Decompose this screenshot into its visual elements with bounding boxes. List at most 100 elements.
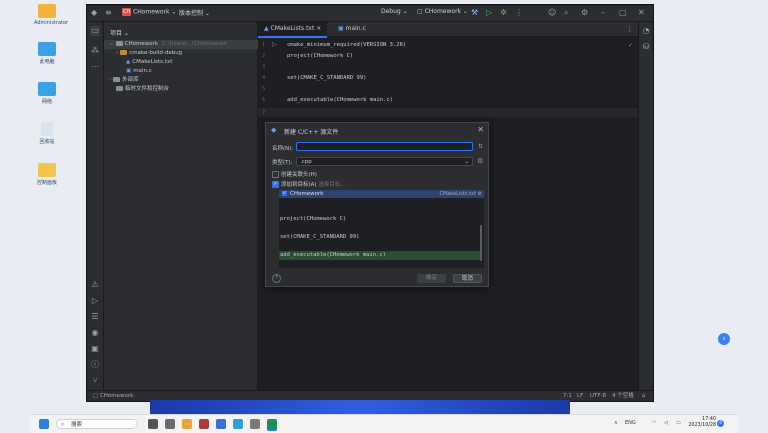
battery-icon[interactable]: ▭: [676, 420, 681, 426]
run-target-select[interactable]: ▢ CHomework ⌄: [417, 8, 468, 15]
tab-cmakelists[interactable]: ▲ CMakeLists.txt ×: [258, 22, 328, 38]
clion-taskbar-icon[interactable]: [267, 419, 277, 431]
services-icon[interactable]: ◉: [90, 328, 100, 338]
select-target-link[interactable]: 选择目标...: [318, 182, 345, 188]
language-indicator[interactable]: ENG: [625, 420, 636, 426]
build-config-select[interactable]: Debug ⌄: [381, 8, 408, 15]
profile-icon[interactable]: ☺: [548, 8, 556, 17]
type-select[interactable]: .cpp ⌄: [296, 157, 473, 166]
app-icon[interactable]: [233, 419, 243, 429]
app-icon[interactable]: [199, 419, 209, 429]
desktop-icon-control-panel[interactable]: 控制面板: [34, 163, 60, 186]
project-panel-header[interactable]: 项目 ⌄: [110, 28, 129, 37]
target-file: CMakeLists.txt ⚙: [439, 191, 482, 197]
run-gutter-icon[interactable]: ▷: [272, 41, 277, 48]
volume-icon[interactable]: ◁: [664, 420, 668, 426]
clion-icon: ◆: [271, 126, 277, 134]
tab-label: main.c: [345, 25, 366, 32]
preview-scrollbar[interactable]: [480, 225, 482, 261]
create-header-checkbox[interactable]: [272, 171, 279, 178]
code-line[interactable]: set(CMAKE_C_STANDARD 99): [287, 75, 366, 81]
scratch-icon: [116, 86, 123, 91]
wifi-icon[interactable]: ◠: [652, 420, 656, 426]
status-line-separator[interactable]: LF: [577, 391, 583, 401]
debug-icon[interactable]: ✲: [500, 8, 507, 17]
sort-icon[interactable]: ⇅: [478, 143, 483, 150]
clock[interactable]: 17:40 2023/10/28: [688, 417, 716, 429]
notifications-icon[interactable]: ◔: [641, 26, 651, 36]
status-indent[interactable]: 4 个空格: [612, 391, 634, 401]
tree-item-scratches[interactable]: 临时文件和控制台: [104, 85, 269, 94]
target-checkbox[interactable]: ✓: [282, 191, 287, 196]
network-icon: [38, 82, 56, 96]
tree-item-cmakelists[interactable]: ▲ CMakeLists.txt: [104, 58, 279, 67]
chevron-up-icon[interactable]: ∧: [614, 420, 618, 426]
notification-badge[interactable]: 4: [717, 420, 724, 427]
structure-icon[interactable]: ⁂: [90, 46, 100, 56]
file-explorer-icon[interactable]: [182, 419, 192, 429]
vcs-menu[interactable]: 版本控制 ⌄: [179, 8, 210, 17]
check-icon: ✓: [627, 42, 633, 49]
build-config-label: Debug: [381, 8, 401, 15]
todo-icon[interactable]: ☰: [90, 312, 100, 322]
collapse-arrow-icon[interactable]: ‹: [718, 333, 730, 345]
more-tools-icon[interactable]: ⋯: [90, 62, 100, 72]
ok-button[interactable]: 确定: [417, 274, 446, 283]
gear-icon[interactable]: ⚙: [581, 8, 588, 17]
desktop-icon-user[interactable]: Administrator: [34, 4, 68, 26]
windows-start-icon[interactable]: [39, 419, 49, 429]
lock-icon[interactable]: ⌂: [642, 391, 646, 401]
info-icon[interactable]: ⓘ: [90, 360, 100, 370]
git-icon[interactable]: ⑂: [90, 376, 100, 386]
type-value: .cpp: [300, 159, 312, 165]
tree-item-external-libs[interactable]: › 外部库: [104, 76, 262, 85]
code-line[interactable]: cmake_minimum_required(VERSION 3.26): [287, 42, 406, 48]
maximize-icon[interactable]: ▢: [619, 8, 627, 17]
desktop-icon-this-pc[interactable]: 此电脑: [34, 42, 60, 65]
database-icon[interactable]: ⛁: [641, 42, 651, 52]
cmake-file-icon: ▲: [264, 25, 269, 32]
name-input[interactable]: [296, 142, 473, 151]
code-line[interactable]: add_executable(CHomework main.c): [287, 97, 393, 103]
close-icon[interactable]: ✕: [477, 125, 484, 134]
app-icon[interactable]: [216, 419, 226, 429]
close-tab-icon[interactable]: ×: [316, 25, 321, 32]
more-icon[interactable]: ⋮: [515, 8, 523, 17]
app-icon[interactable]: [165, 419, 175, 429]
tab-main-c[interactable]: ▣ main.c: [332, 22, 372, 36]
tree-item-label: CHomework: [124, 41, 159, 47]
cancel-button[interactable]: 取消: [453, 274, 482, 283]
computer-icon: [38, 42, 56, 56]
gear-icon[interactable]: ⚙: [477, 157, 483, 165]
run-tool-icon[interactable]: ▷: [90, 296, 100, 306]
build-icon[interactable]: ⚒: [471, 8, 478, 17]
project-tool-icon[interactable]: ▭: [90, 26, 100, 36]
status-project[interactable]: ▢ CHomework: [93, 391, 133, 401]
target-item[interactable]: ✓ CHomework CMakeLists.txt ⚙: [279, 190, 484, 198]
tree-item-root[interactable]: ⌄ CHomework C:\Users\...\CHomework: [104, 40, 262, 49]
chevron-down-icon: ⌄: [464, 159, 469, 165]
run-icon[interactable]: ▷: [486, 8, 492, 17]
help-button[interactable]: ?: [272, 274, 281, 283]
tree-item-main-c[interactable]: ▣ main.c: [104, 67, 279, 76]
desktop-icon-recycle-bin[interactable]: 回收站: [34, 122, 60, 145]
add-to-target-checkbox[interactable]: ✓: [272, 181, 279, 188]
more-tabs-icon[interactable]: ⋮: [626, 25, 633, 33]
minimize-icon[interactable]: –: [601, 8, 605, 17]
status-encoding[interactable]: UTF-8: [590, 391, 606, 401]
main-menu-icon[interactable]: ≡: [105, 8, 112, 17]
left-tool-strip: ▭ ⁂ ⋯ ⚠ ▷ ☰ ◉ ▣ ⓘ ⑂: [87, 22, 104, 390]
desktop-icon-network[interactable]: 网络: [34, 82, 60, 105]
code-line[interactable]: project(CHomework C): [287, 53, 353, 59]
terminal-icon[interactable]: ▣: [90, 344, 100, 354]
problems-icon[interactable]: ⚠: [90, 280, 100, 290]
settings-icon[interactable]: [250, 419, 260, 429]
taskbar-search[interactable]: ⌕ 搜索: [56, 419, 138, 429]
title-bar: ◆ ≡ CH CHomework ⌄ 版本控制 ⌄ Debug ⌄ ▢ CHome…: [87, 5, 653, 22]
task-view-icon[interactable]: [148, 419, 158, 429]
search-icon[interactable]: ⌕: [564, 8, 568, 17]
close-icon[interactable]: ✕: [638, 8, 645, 17]
tree-item-cmake-build-debug[interactable]: › cmake-build-debug: [104, 49, 269, 58]
project-panel-title: 项目: [110, 30, 123, 37]
project-switcher[interactable]: CH CHomework ⌄: [122, 8, 176, 16]
